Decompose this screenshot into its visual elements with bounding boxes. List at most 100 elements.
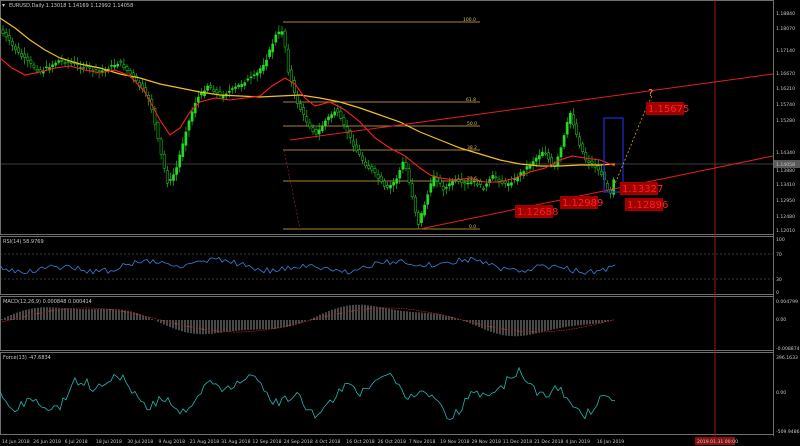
force-title: Force(13) -47.6834 <box>3 355 51 361</box>
candle-body <box>305 116 309 123</box>
candle-body <box>485 183 488 187</box>
candle-body <box>32 64 36 68</box>
candle-body <box>503 180 507 184</box>
candle-body <box>451 181 454 186</box>
candle-body <box>258 68 262 74</box>
candle-body <box>221 95 225 99</box>
candle-body <box>351 140 355 147</box>
candle-body <box>271 43 275 53</box>
price-label-2: 1.13327 <box>622 184 663 195</box>
candle-body <box>596 165 600 171</box>
candle-body <box>125 66 129 71</box>
candle-body <box>69 61 73 64</box>
date-tick-label: 18 Jul 2018 <box>96 439 122 445</box>
rsi-level-30: 30 <box>776 277 782 283</box>
force-index-line <box>0 366 616 421</box>
candle-body <box>361 155 364 161</box>
price-tick-label: 1.12950 <box>776 198 795 204</box>
candle-body <box>506 183 510 186</box>
candle-body <box>438 177 442 184</box>
candle-body <box>320 125 324 132</box>
date-tick-label: 16 Jan 2019 <box>597 439 625 445</box>
price-label-5: 1.12896 <box>627 200 668 211</box>
candle-body <box>14 45 17 51</box>
candle-body <box>358 149 361 155</box>
candle-body <box>249 76 253 79</box>
candle-body <box>302 107 306 115</box>
candle-body <box>175 167 178 175</box>
candle-body <box>386 185 389 188</box>
candle-body <box>606 183 609 191</box>
vline-date-label: 2019.01.31 00:00 <box>697 439 738 445</box>
fib-level-100: 100.0 <box>463 17 476 23</box>
candle-body <box>510 182 513 186</box>
candle-body <box>584 152 588 161</box>
candle-body <box>404 162 408 169</box>
macd-panel[interactable] <box>0 296 774 351</box>
candle-body <box>587 160 591 163</box>
candle-body <box>497 178 501 182</box>
candle-body <box>283 30 287 48</box>
candle-body <box>448 183 451 187</box>
candle-body <box>190 111 194 122</box>
dropdown-triangle-icon[interactable]: ▾ <box>2 2 5 9</box>
rsi-level-70: 70 <box>776 252 782 258</box>
candle-body <box>537 155 541 160</box>
upper-trendline[interactable] <box>289 73 774 141</box>
candle-body <box>165 170 169 184</box>
candle-body <box>181 143 185 157</box>
candle-body <box>469 182 473 184</box>
fib-level-50: 50.0 <box>467 121 477 127</box>
candle-body <box>395 178 399 184</box>
candle-body <box>413 196 417 213</box>
candle-body <box>262 64 265 71</box>
candle-body <box>215 89 219 94</box>
slow-moving-average <box>0 17 616 167</box>
lower-trendline[interactable] <box>419 155 774 230</box>
candle-body <box>4 32 8 38</box>
candle-body <box>29 59 33 64</box>
force-scale-bottom: -509.9486 <box>776 429 800 435</box>
date-tick-label: 6 Jul 2018 <box>65 439 88 445</box>
candle-body <box>296 94 299 104</box>
candle-body <box>268 49 271 57</box>
candle-body <box>327 116 330 121</box>
candle-body <box>100 70 104 73</box>
current-price-value: 1.14058 <box>776 162 795 168</box>
date-tick-label: 16 Oct 2018 <box>346 439 374 445</box>
candle-body <box>531 161 535 166</box>
price-tick-label: 1.15280 <box>776 118 795 124</box>
candle-body <box>333 111 337 116</box>
candle-body <box>435 177 439 182</box>
candle-body <box>23 53 27 58</box>
candle-body <box>51 64 54 68</box>
date-tick-label: 12 Sep 2018 <box>252 439 281 445</box>
candle-body <box>57 60 61 63</box>
candle-body <box>525 166 529 170</box>
candle-body <box>550 157 554 165</box>
date-tick-label: 26 Oct 2018 <box>378 439 406 445</box>
price-label-group: 1.15675 1.13327 1.12688 1.12989 1.12896 <box>515 102 689 218</box>
chart-canvas[interactable]: 100.0 61.8 50.0 38.2 23.6 0.0 ? 1.15675 … <box>0 0 800 446</box>
candle-body <box>45 66 48 69</box>
date-tick-label: 11 Dec 2018 <box>503 439 532 445</box>
candle-body <box>128 70 132 75</box>
price-tick-label: 1.18840 <box>776 11 795 17</box>
macd-scale-top: 0.004799 <box>776 299 798 305</box>
candle-body <box>231 88 234 90</box>
candle-body <box>20 53 23 57</box>
force-panel[interactable] <box>0 352 774 435</box>
fibonacci-retracement[interactable] <box>283 21 480 230</box>
candle-body <box>169 179 172 181</box>
candle-body <box>280 31 284 35</box>
date-axis: 14 Jun 2018 26 Jun 2018 6 Jul 2018 18 Jul 2… <box>2 439 624 445</box>
candle-body <box>252 74 256 76</box>
candlestick-series[interactable] <box>1 25 616 229</box>
candle-body <box>172 174 175 181</box>
rsi-panel[interactable] <box>0 236 774 295</box>
candle-body <box>572 114 575 126</box>
date-tick-label: 21 Aug 2018 <box>190 439 220 445</box>
candle-body <box>1 29 5 34</box>
fib-level-618: 61.8 <box>466 97 476 103</box>
candle-body <box>237 84 240 88</box>
